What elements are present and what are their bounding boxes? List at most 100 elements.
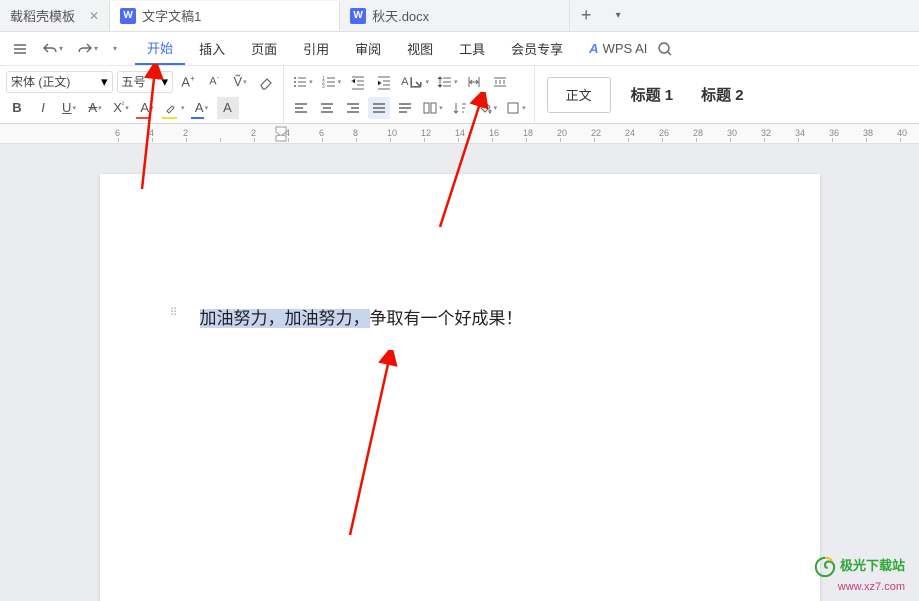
highlighter-icon — [164, 100, 180, 116]
sort-button[interactable] — [449, 97, 471, 119]
add-tab-button[interactable]: + — [570, 5, 602, 26]
ruler-tick: 18 — [523, 128, 533, 138]
font-size-select[interactable] — [122, 71, 162, 93]
shading-button[interactable]: ▾ — [475, 97, 500, 119]
sort-icon — [452, 100, 468, 116]
clear-format-button[interactable] — [255, 71, 277, 93]
ruler-tick: 34 — [795, 128, 805, 138]
horizontal-ruler[interactable]: 642246810121416182022242628303234363840 — [0, 124, 919, 144]
change-case-button[interactable]: Ṽ▾ — [229, 71, 251, 93]
decrease-indent-button[interactable] — [347, 71, 369, 93]
svg-text:3: 3 — [322, 84, 325, 90]
ruler-tick: 4 — [285, 128, 290, 138]
redo-split-button[interactable]: ▾ — [71, 37, 104, 61]
style-heading1-button[interactable]: 标题 1 — [617, 84, 688, 105]
paragraph-grip-icon[interactable]: ⠿ — [170, 306, 177, 319]
font-effects-button[interactable]: A▾ — [136, 97, 158, 119]
char-spacing-button[interactable] — [463, 71, 485, 93]
increase-font-button[interactable]: A+ — [177, 71, 199, 93]
borders-button[interactable]: ▾ — [503, 97, 528, 119]
ruler-tick: 38 — [863, 128, 873, 138]
align-left-icon — [293, 100, 309, 116]
ruler-tick: 4 — [149, 128, 154, 138]
search-icon[interactable] — [657, 41, 673, 57]
align-distribute-button[interactable] — [394, 97, 416, 119]
align-justify-icon — [371, 100, 387, 116]
undo-split-button[interactable]: ▾ — [36, 37, 69, 61]
increase-indent-button[interactable] — [373, 71, 395, 93]
style-heading2-button[interactable]: 标题 2 — [687, 84, 758, 105]
undo-icon — [42, 41, 58, 57]
italic-button[interactable]: I — [32, 97, 54, 119]
numbers-icon: 123 — [321, 74, 337, 90]
ruler-tick: 12 — [421, 128, 431, 138]
text-direction-button[interactable]: A▾ — [399, 71, 431, 93]
decrease-font-button[interactable]: A- — [203, 71, 225, 93]
logo-swirl-icon — [814, 556, 836, 578]
tab-label: 文字文稿1 — [142, 6, 201, 25]
tab-settings-button[interactable] — [489, 71, 511, 93]
tab-insert[interactable]: 插入 — [187, 33, 237, 64]
font-family-select[interactable] — [11, 71, 101, 93]
font-color-button[interactable]: A▾ — [191, 97, 213, 119]
ai-icon: A — [589, 41, 598, 56]
highlight-button[interactable]: ▾ — [162, 97, 187, 119]
line-spacing-icon — [437, 74, 453, 90]
bullet-list-button[interactable]: ▾ — [290, 71, 315, 93]
tab-document-2[interactable]: W 秋天.docx — [340, 1, 570, 31]
chevron-down-icon: ▾ — [101, 74, 108, 90]
tab-tools[interactable]: 工具 — [447, 33, 497, 64]
align-left-button[interactable] — [290, 97, 312, 119]
ruler-tick: 2 — [183, 128, 188, 138]
ruler-tick: 16 — [489, 128, 499, 138]
tab-start[interactable]: 开始 — [135, 32, 185, 65]
spacing-icon — [466, 74, 482, 90]
columns-icon — [422, 100, 438, 116]
app-menu-button[interactable] — [6, 37, 34, 61]
tab-reference[interactable]: 引用 — [291, 33, 341, 64]
columns-button[interactable]: ▾ — [420, 97, 445, 119]
tab-menu-button[interactable]: ▾ — [602, 10, 634, 21]
align-center-icon — [319, 100, 335, 116]
eraser-icon — [258, 74, 274, 90]
bullets-icon — [292, 74, 308, 90]
document-page[interactable]: ⠿ 加油努力，加油努力，争取有一个好成果！ — [100, 174, 820, 601]
tab-document-1[interactable]: W 文字文稿1 — [110, 1, 340, 31]
ruler-tick: 8 — [353, 128, 358, 138]
document-viewport[interactable]: ⠿ 加油努力，加油努力，争取有一个好成果！ — [0, 144, 919, 601]
tabstop-icon — [492, 74, 508, 90]
ruler-tick: 22 — [591, 128, 601, 138]
tab-page[interactable]: 页面 — [239, 33, 289, 64]
document-text-line[interactable]: 加油努力，加油努力，争取有一个好成果！ — [200, 304, 720, 329]
underline-button[interactable]: U▾ — [58, 97, 80, 119]
outdent-icon — [350, 74, 366, 90]
ruler-tick: 20 — [557, 128, 567, 138]
ruler-tick: 14 — [455, 128, 465, 138]
char-shading-button[interactable]: A — [217, 97, 239, 119]
ruler-tick: 28 — [693, 128, 703, 138]
redo-icon — [77, 41, 93, 57]
bold-button[interactable]: B — [6, 97, 28, 119]
style-normal-button[interactable]: 正文 — [547, 77, 611, 113]
selected-text: 加油努力，加油努力， — [200, 309, 370, 328]
ruler-tick: 30 — [727, 128, 737, 138]
tab-view[interactable]: 视图 — [395, 33, 445, 64]
ruler-tick: 40 — [897, 128, 907, 138]
qat-dropdown[interactable]: ▾ — [106, 40, 123, 57]
align-justify-button[interactable] — [368, 97, 390, 119]
superscript-button[interactable]: X²▾ — [110, 97, 132, 119]
align-right-button[interactable] — [342, 97, 364, 119]
number-list-button[interactable]: 123▾ — [319, 71, 344, 93]
indent-icon — [376, 74, 392, 90]
tab-template[interactable]: 载稻壳模板 ✕ — [0, 1, 110, 31]
ruler-tick: 26 — [659, 128, 669, 138]
strike-button[interactable]: A▾ — [84, 97, 106, 119]
tab-review[interactable]: 审阅 — [343, 33, 393, 64]
line-spacing-button[interactable]: ▾ — [435, 71, 460, 93]
align-center-button[interactable] — [316, 97, 338, 119]
border-icon — [505, 100, 521, 116]
wps-ai-button[interactable]: A WPS AI — [589, 41, 647, 56]
close-icon[interactable]: ✕ — [89, 9, 99, 23]
distribute-icon — [397, 100, 413, 116]
tab-member[interactable]: 会员专享 — [499, 33, 575, 64]
